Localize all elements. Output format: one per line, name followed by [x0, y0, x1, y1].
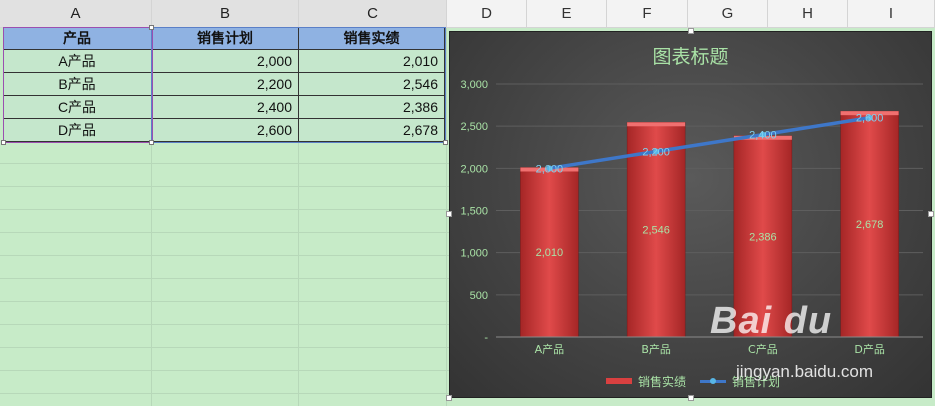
chart-resize-handle[interactable]: [688, 28, 694, 34]
table-cell-actual[interactable]: 2,678: [299, 119, 445, 142]
grid-line: [0, 163, 450, 164]
x-tick-label: B产品: [641, 342, 671, 356]
table-header-actual[interactable]: 销售实绩: [299, 27, 445, 50]
range-resize-handle[interactable]: [149, 25, 154, 30]
y-tick-label: 1,000: [460, 248, 488, 260]
y-tick-label: 3,000: [460, 79, 488, 91]
data-label-actual: 2,386: [749, 231, 777, 243]
grid-line: [0, 255, 450, 256]
table-cell-product[interactable]: C产品: [3, 96, 152, 119]
table-cell-product[interactable]: D产品: [3, 119, 152, 142]
grid-line: [0, 186, 450, 187]
chart-resize-handle[interactable]: [446, 211, 452, 217]
column-header-i[interactable]: I: [848, 0, 935, 27]
y-tick-label: 2,000: [460, 163, 488, 175]
grid-line: [0, 301, 450, 302]
data-label-plan: 2,400: [749, 130, 777, 142]
range-resize-handle[interactable]: [1, 140, 6, 145]
range-resize-handle[interactable]: [149, 140, 154, 145]
grid-line: [0, 324, 450, 325]
table-cell-plan[interactable]: 2,600: [152, 119, 299, 142]
data-label-actual: 2,010: [536, 247, 564, 259]
table-cell-plan[interactable]: 2,200: [152, 73, 299, 96]
chart-resize-handle[interactable]: [446, 395, 452, 401]
grid-line: [0, 393, 450, 394]
table-cell-actual[interactable]: 2,546: [299, 73, 445, 96]
watermark-url: jingyan.baidu.com: [736, 362, 874, 381]
table-header-plan[interactable]: 销售计划: [152, 27, 299, 50]
grid-line: [0, 209, 450, 210]
data-label-plan: 2,200: [642, 146, 670, 158]
column-header-h[interactable]: H: [768, 0, 848, 27]
grid-line: [0, 232, 450, 233]
range-resize-handle[interactable]: [443, 140, 448, 145]
baidu-logo-icon: Bai du: [710, 300, 833, 342]
table-header-product[interactable]: 产品: [3, 27, 152, 50]
column-header-f[interactable]: F: [607, 0, 688, 27]
bar-cap: [627, 122, 686, 127]
grid-line: [0, 278, 450, 279]
chart-resize-handle[interactable]: [928, 211, 934, 217]
data-label-plan: 2,000: [536, 163, 564, 175]
table-cell-actual[interactable]: 2,386: [299, 96, 445, 119]
grid-line: [446, 28, 447, 406]
legend-label-actual: 销售实绩: [638, 374, 687, 389]
column-header-row: A B C D E F G H I: [0, 0, 935, 28]
y-tick-label: 2,500: [460, 121, 488, 133]
table-cell-product[interactable]: B产品: [3, 73, 152, 96]
baidu-watermark: Bai du jingyan.baidu.com: [700, 300, 930, 400]
column-header-e[interactable]: E: [527, 0, 607, 27]
column-header-c[interactable]: C: [299, 0, 447, 27]
table-cell-plan[interactable]: 2,000: [152, 50, 299, 73]
column-header-a[interactable]: A: [0, 0, 152, 27]
grid-line: [0, 347, 450, 348]
table-cell-plan[interactable]: 2,400: [152, 96, 299, 119]
chart-resize-handle[interactable]: [688, 395, 694, 401]
column-header-b[interactable]: B: [152, 0, 299, 27]
table-cell-actual[interactable]: 2,010: [299, 50, 445, 73]
y-tick-label: -: [484, 332, 488, 344]
legend-item-actual[interactable]: 销售实绩: [606, 372, 686, 390]
line-plan[interactable]: [547, 115, 872, 171]
bar-swatch-icon: [606, 378, 632, 384]
data-label-plan: 2,600: [856, 113, 884, 125]
table-cell-product[interactable]: A产品: [3, 50, 152, 73]
data-label-actual: 2,678: [856, 219, 884, 231]
data-label-actual: 2,546: [642, 225, 670, 237]
column-header-d[interactable]: D: [447, 0, 527, 27]
grid-line: [0, 370, 450, 371]
x-tick-label: A产品: [535, 342, 565, 356]
y-tick-label: 500: [470, 290, 488, 302]
y-tick-label: 1,500: [460, 206, 488, 218]
column-header-g[interactable]: G: [688, 0, 768, 27]
